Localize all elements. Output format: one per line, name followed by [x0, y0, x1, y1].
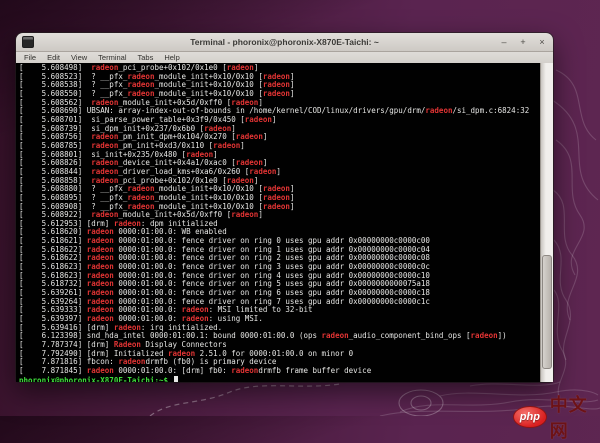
watermark-site-name: 中文网	[550, 391, 600, 443]
window-title: Terminal - phoronix@phoronix-X870E-Taich…	[16, 37, 553, 47]
menu-item-tabs[interactable]: Tabs	[138, 53, 154, 62]
menu-item-help[interactable]: Help	[164, 53, 179, 62]
terminal-scrollbar[interactable]	[540, 63, 553, 382]
window-titlebar[interactable]: Terminal - phoronix@phoronix-X870E-Taich…	[16, 33, 553, 52]
maximize-button[interactable]: +	[518, 37, 528, 47]
php-cn-watermark: php 中文网	[513, 391, 600, 443]
close-button[interactable]: ×	[537, 37, 547, 47]
menu-item-file[interactable]: File	[24, 53, 36, 62]
menu-item-edit[interactable]: Edit	[47, 53, 60, 62]
terminal-output[interactable]: [ 5.608498] radeon_pci_probe+0x102/0x1e0…	[16, 63, 540, 382]
menu-item-view[interactable]: View	[71, 53, 87, 62]
minimize-button[interactable]: –	[499, 37, 509, 47]
shell-prompt: phoronix@phoronix-X870E-Taichi:~$	[19, 376, 173, 382]
menu-item-terminal[interactable]: Terminal	[98, 53, 126, 62]
terminal-line: [ 7.871845] radeon 0000:01:00.0: [drm] f…	[19, 367, 540, 376]
terminal-cursor	[174, 376, 179, 382]
php-logo-icon: php	[513, 406, 547, 428]
terminal-window: Terminal - phoronix@phoronix-X870E-Taich…	[16, 33, 553, 382]
scrollbar-thumb[interactable]	[542, 255, 552, 369]
shell-prompt-line: phoronix@phoronix-X870E-Taichi:~$	[19, 376, 540, 382]
